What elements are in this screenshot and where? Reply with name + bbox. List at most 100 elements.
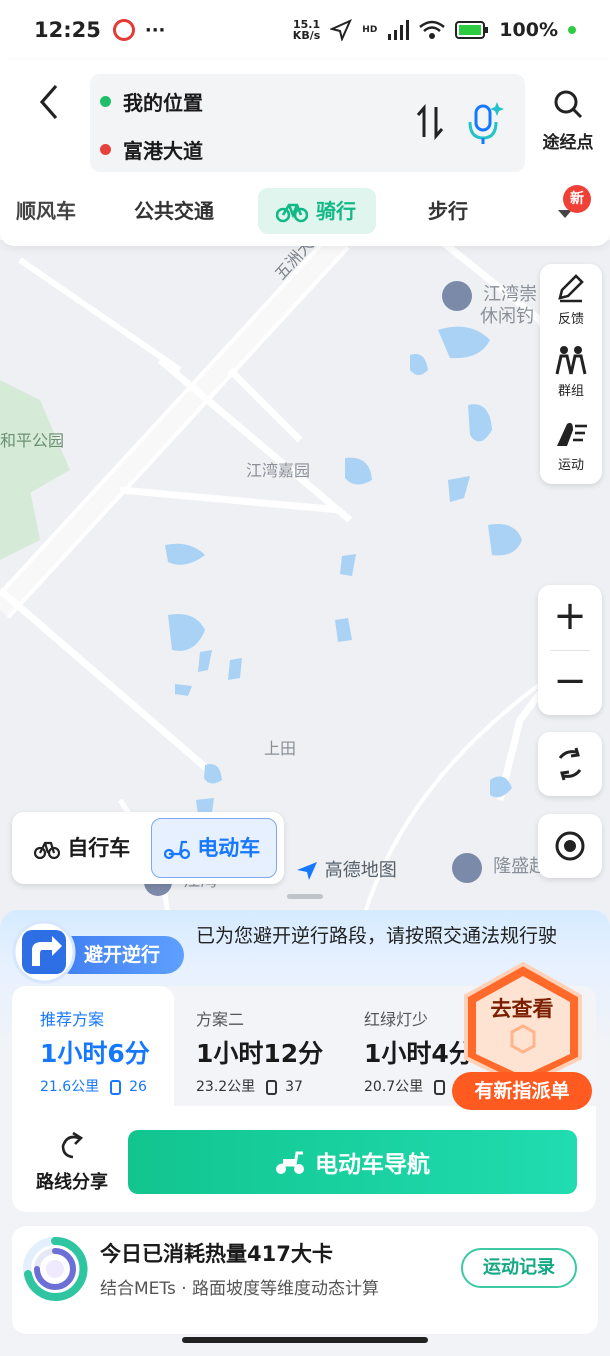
status-time: 12:25 [34, 18, 101, 42]
group-label: 群组 [557, 384, 584, 399]
ebike-icon [163, 840, 191, 860]
origin-field[interactable]: 我的位置 [100, 87, 203, 116]
map-area-label: 上田 [264, 739, 297, 758]
zoom-in-button[interactable]: + [538, 585, 602, 650]
avoid-wrong-way-badge: 避开逆行 [12, 916, 186, 984]
tab-carpool[interactable]: 顺风车 [16, 188, 76, 234]
sport-label: 运动 [557, 458, 584, 473]
drag-handle[interactable] [287, 894, 323, 899]
refresh-icon [558, 747, 582, 781]
map-area-label: 江湾嘉园 [246, 461, 311, 480]
notice-text: 已为您避开逆行路段，请按照交通法规行驶 [196, 925, 558, 947]
refresh-button[interactable] [538, 732, 602, 796]
share-label: 路线分享 [36, 1172, 108, 1193]
sport-button[interactable]: 运动 [540, 418, 602, 473]
map-poi-label[interactable]: 隆盛超 [452, 852, 547, 883]
home-indicator[interactable] [182, 1337, 428, 1343]
status-icons: 15.1 KB/s HD 100% [293, 19, 576, 41]
zoom-out-button[interactable]: − [538, 650, 602, 715]
voice-mic-icon[interactable] [465, 100, 505, 146]
amap-logo: 高德地图 [295, 856, 397, 882]
plan-distance: 20.7公里 [364, 1079, 424, 1095]
back-icon[interactable] [34, 82, 66, 122]
origin-text: 我的位置 [123, 91, 203, 115]
run-icon [557, 422, 587, 446]
map-park-label: 和平公园 [0, 431, 65, 450]
bicycle-icon [276, 203, 308, 223]
avoid-route-icon [12, 920, 76, 984]
bicycle-option[interactable]: 自行车 [22, 818, 150, 878]
nav-button-label: 电动车导航 [315, 1152, 430, 1178]
plan-time: 1小时12分 [196, 1039, 324, 1068]
traffic-light-icon [109, 1079, 121, 1095]
plan-distance: 23.2公里 [196, 1079, 256, 1095]
promo-title[interactable]: 去查看 [462, 993, 582, 1023]
promo-tag[interactable]: 有新指派单 [452, 1072, 592, 1110]
plan-meta: 20.7公里 1 [364, 1076, 462, 1096]
travel-mode-tabs: 顺风车 公共交通 骑行 步行 [0, 186, 610, 236]
plan-option-recommended[interactable]: 推荐方案 1小时6分 21.6公里 26 [12, 986, 174, 1106]
tab-cycling[interactable]: 骑行 [258, 188, 376, 234]
plan-time: 1小时6分 [40, 1039, 150, 1068]
traffic-light-icon [433, 1079, 445, 1095]
signal-icon [388, 20, 410, 40]
tab-public-transit[interactable]: 公共交通 [134, 188, 214, 234]
waypoint-label: 途经点 [542, 133, 594, 153]
waypoint-button[interactable]: 途经点 [536, 88, 600, 153]
sport-record-button[interactable]: 运动记录 [461, 1248, 577, 1288]
search-icon [554, 90, 583, 119]
plan-lights: 37 [285, 1079, 303, 1095]
net-speed: 15.1 KB/s [293, 19, 320, 41]
tab-cycling-label: 骑行 [316, 199, 356, 223]
tab-walking[interactable]: 步行 [428, 188, 468, 234]
plan-name: 红绿灯少 [364, 1010, 429, 1029]
poi-name: 休闲钓 [480, 306, 534, 327]
destination-dot [100, 144, 111, 155]
plan-option-2[interactable]: 方案二 1小时12分 23.2公里 37 [196, 986, 356, 1106]
route-share-button[interactable]: 路线分享 [30, 1130, 114, 1194]
promo-hexagon-icon [464, 961, 582, 1089]
more-notifications: ··· [144, 19, 166, 41]
share-icon [61, 1131, 84, 1159]
swap-icon[interactable] [415, 104, 445, 140]
ebike-navigation-button[interactable]: 电动车导航 [128, 1130, 577, 1194]
location-arrow-icon [330, 19, 353, 41]
feedback-label: 反馈 [557, 312, 584, 327]
origin-dot [100, 96, 111, 107]
poi-icon [452, 852, 482, 883]
plan-meta: 21.6公里 26 [40, 1076, 147, 1096]
poi-icon [442, 280, 472, 311]
locate-button[interactable] [538, 814, 602, 878]
map-tools-card: 反馈 群组 运动 [540, 264, 602, 484]
ebike-icon [276, 1151, 304, 1174]
battery-percent: 100% [499, 19, 558, 41]
battery-icon [455, 21, 489, 39]
plan-name: 推荐方案 [40, 1010, 105, 1029]
new-badge: 新 [563, 185, 591, 213]
plan-meta: 23.2公里 37 [196, 1076, 303, 1096]
plan-name: 方案二 [196, 1010, 245, 1029]
traffic-light-icon [265, 1079, 277, 1095]
destination-text: 富港大道 [123, 139, 203, 163]
zoom-control: + − [538, 585, 602, 715]
net-speed-unit: KB/s [292, 29, 321, 42]
bicycle-label: 自行车 [67, 836, 131, 860]
wifi-icon [419, 20, 446, 39]
group-button[interactable]: 群组 [540, 344, 602, 399]
plan-distance: 21.6公里 [40, 1079, 100, 1095]
calorie-subtitle: 结合METs · 路面坡度等维度动态计算 [100, 1279, 380, 1299]
hd-label: HD [362, 25, 378, 35]
group-icon [555, 346, 587, 375]
feedback-button[interactable]: 反馈 [540, 272, 602, 327]
bicycle-icon [33, 841, 61, 860]
calorie-title: 今日已消耗热量417大卡 [100, 1242, 333, 1266]
locate-icon [555, 831, 585, 861]
calorie-card: 今日已消耗热量417大卡 结合METs · 路面坡度等维度动态计算 运动记录 [12, 1226, 598, 1334]
battery-dot [568, 26, 576, 34]
notification-app-icon [112, 19, 135, 41]
ebike-label: 电动车 [197, 836, 261, 860]
plan-lights: 26 [129, 1079, 147, 1095]
ebike-option[interactable]: 电动车 [151, 818, 277, 878]
destination-field[interactable]: 富港大道 [100, 135, 203, 164]
route-input-box: 我的位置 富港大道 [90, 74, 525, 172]
